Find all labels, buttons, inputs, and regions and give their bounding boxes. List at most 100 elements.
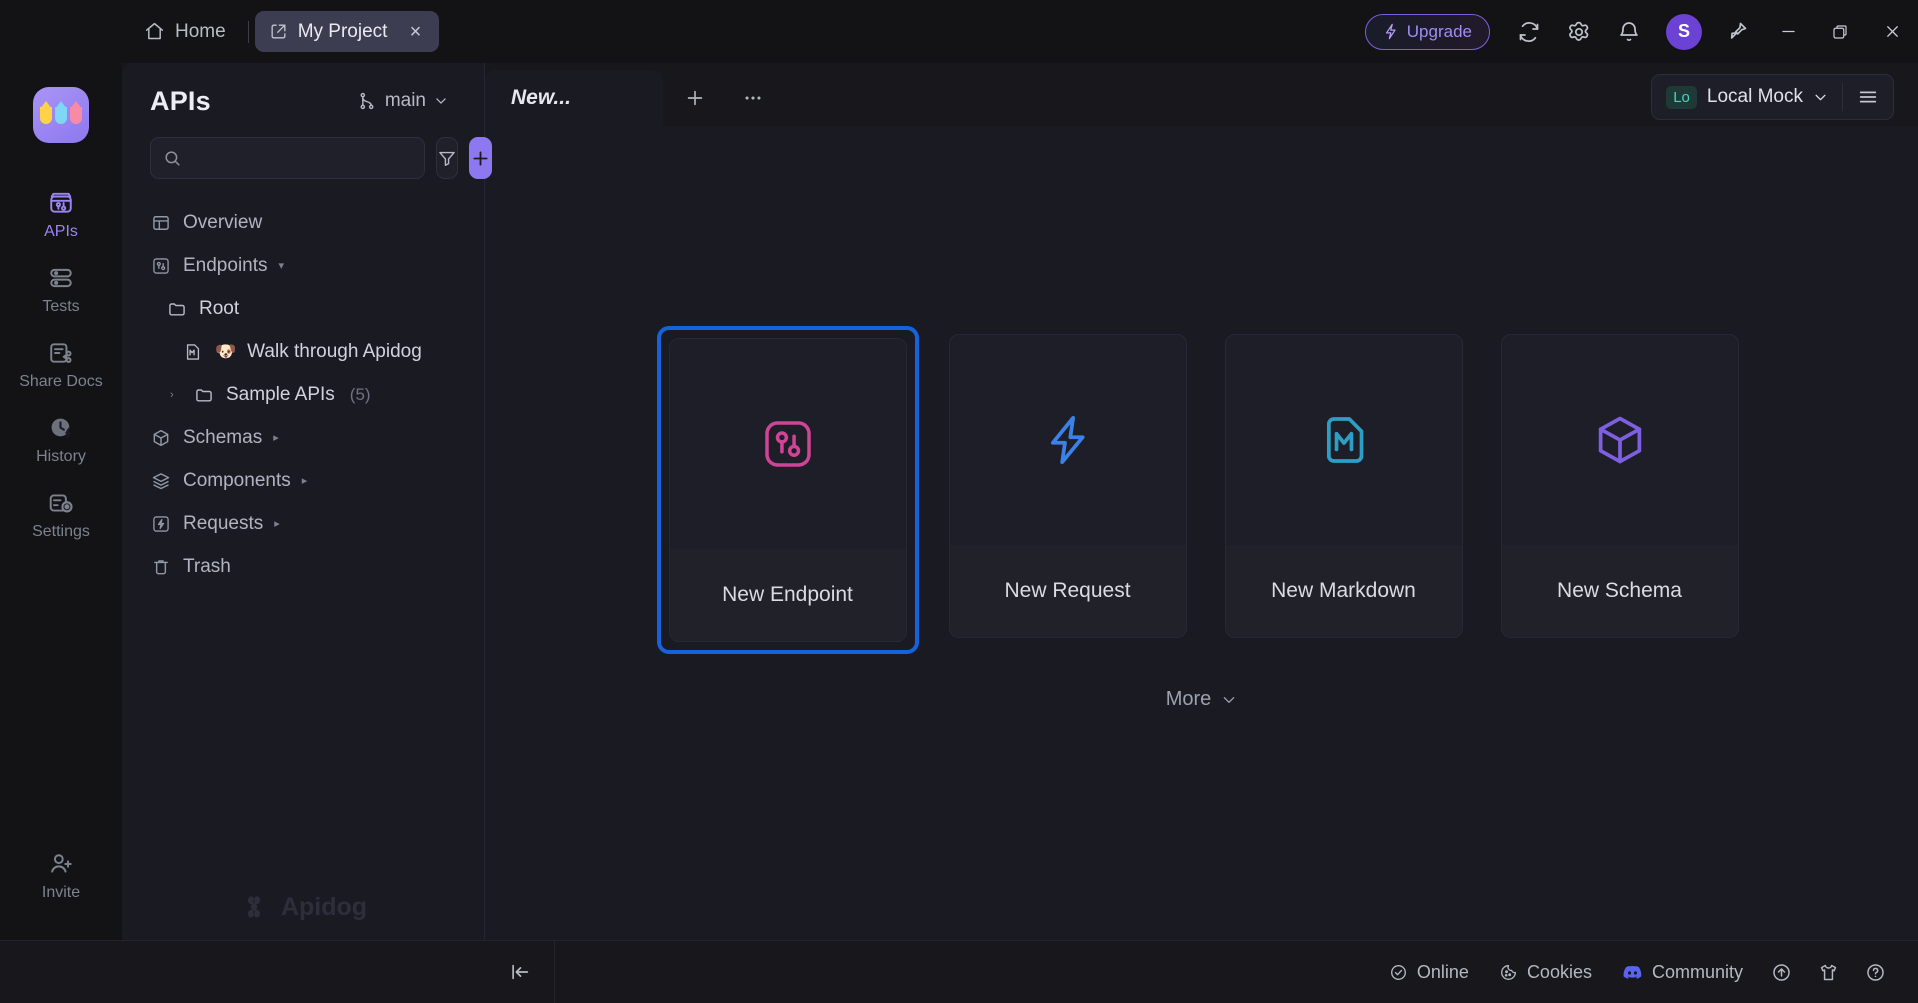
upload-button[interactable] [1761, 954, 1802, 991]
content-tab-bar: New... Lo Local Mock [485, 63, 1918, 126]
status-cookies[interactable]: Cookies [1487, 955, 1604, 990]
environment-selector[interactable]: Lo Local Mock [1652, 75, 1842, 119]
plus-icon [470, 148, 491, 169]
card-new-endpoint[interactable]: New Endpoint [668, 338, 907, 642]
tab-my-project[interactable]: My Project × [254, 11, 440, 52]
rail-item-apis-label: APIs [44, 223, 78, 240]
new-tab-button[interactable] [673, 76, 717, 120]
collapse-sidebar-button[interactable] [485, 941, 555, 1003]
status-community[interactable]: Community [1610, 955, 1755, 990]
close-tab-button[interactable]: × [405, 22, 425, 42]
tree-item-root[interactable]: Root [122, 287, 484, 330]
shirt-icon [1818, 962, 1839, 983]
tree-item-components[interactable]: Components ▸ [122, 459, 484, 502]
help-circle-icon [1865, 962, 1886, 983]
ellipsis-icon [742, 87, 764, 109]
requests-icon [150, 514, 172, 534]
overview-icon [150, 213, 172, 233]
gear-icon[interactable] [1558, 11, 1600, 53]
merch-button[interactable] [1808, 954, 1849, 991]
chevron-right-icon[interactable]: › [170, 389, 182, 401]
more-label: More [1165, 688, 1212, 710]
avatar[interactable]: S [1666, 13, 1702, 50]
help-button[interactable] [1855, 954, 1896, 991]
tab-home[interactable]: Home [128, 11, 242, 52]
chevron-right-icon[interactable]: ▸ [273, 431, 285, 444]
tab-new-label: New... [511, 86, 571, 109]
close-icon[interactable] [1866, 0, 1918, 63]
window-tab-strip: Home My Project × [128, 0, 440, 63]
titlebar-actions: Upgrade S [1364, 0, 1918, 63]
card-new-markdown-label: New Markdown [1225, 545, 1462, 637]
tree-item-sample-apis[interactable]: › Sample APIs (5) [122, 373, 484, 416]
bell-icon[interactable] [1608, 11, 1650, 53]
card-new-schema-label: New Schema [1501, 545, 1738, 637]
cookie-icon [1499, 963, 1518, 982]
apis-icon [48, 190, 74, 216]
card-new-markdown-wrapper: New Markdown [1217, 326, 1471, 654]
rail-item-history[interactable]: History [0, 402, 122, 477]
chevron-right-icon[interactable]: ▸ [274, 517, 286, 530]
settings-icon [48, 490, 74, 516]
chevron-down-icon[interactable]: ▾ [279, 259, 291, 272]
new-item-cards: New Endpoint New Request New Markdown Ne… [656, 326, 1747, 654]
main-area: New... Lo Local Mock New Endpoint New Re… [485, 63, 1918, 940]
add-button[interactable] [469, 137, 492, 179]
chevron-right-icon[interactable]: ▸ [302, 474, 314, 487]
cube-icon [1502, 335, 1738, 545]
upgrade-label: Upgrade [1406, 21, 1472, 41]
home-icon [144, 21, 165, 42]
external-link-icon [269, 22, 288, 41]
tree-item-overview[interactable]: Overview [122, 201, 484, 244]
trash-icon [150, 557, 172, 577]
tree-item-walk-through-apidog[interactable]: 🐶 Walk through Apidog [122, 330, 484, 373]
search-box[interactable] [150, 137, 425, 179]
branch-selector[interactable]: main [349, 85, 456, 117]
rail-item-share-docs[interactable]: Share Docs [0, 327, 122, 402]
card-new-markdown[interactable]: New Markdown [1224, 334, 1463, 638]
tab-overflow-button[interactable] [731, 76, 775, 120]
tree-item-trash[interactable]: Trash [122, 545, 484, 588]
card-new-schema[interactable]: New Schema [1500, 334, 1739, 638]
minimize-icon[interactable] [1762, 0, 1814, 63]
upgrade-button[interactable]: Upgrade [1364, 13, 1490, 50]
apis-sidebar: APIs main Overview Endpoints ▾ Root 🐶 Wa… [122, 63, 492, 940]
chevron-down-icon [1221, 692, 1237, 708]
rail-item-tests[interactable]: Tests [0, 252, 122, 327]
pin-icon[interactable] [1716, 11, 1758, 53]
card-new-request[interactable]: New Request [948, 334, 1187, 638]
collapse-panel-icon [509, 961, 531, 983]
status-bar-sidebar-zone [122, 941, 485, 1003]
tests-icon [48, 265, 74, 291]
more-button[interactable]: More [1152, 682, 1252, 717]
card-new-request-wrapper: New Request [941, 326, 1195, 654]
components-icon [150, 471, 172, 491]
environment-name: Local Mock [1706, 86, 1803, 107]
search-input[interactable] [191, 148, 412, 168]
history-icon [48, 415, 74, 441]
tree-item-endpoints[interactable]: Endpoints ▾ [122, 244, 484, 287]
status-online-label: Online [1416, 961, 1469, 982]
tree-item-trash-label: Trash [183, 555, 231, 577]
rail-item-tests-label: Tests [42, 298, 80, 315]
maximize-icon[interactable] [1814, 0, 1866, 63]
schema-icon [150, 428, 172, 448]
sidebar-search-row [122, 123, 492, 189]
filter-button[interactable] [436, 137, 458, 179]
folder-icon [193, 385, 215, 405]
tree-item-schemas[interactable]: Schemas ▸ [122, 416, 484, 459]
tree-item-overview-label: Overview [183, 211, 263, 233]
rail-item-settings-label: Settings [32, 523, 90, 540]
status-online[interactable]: Online [1377, 955, 1481, 990]
sync-icon[interactable] [1508, 11, 1550, 53]
tab-new[interactable]: New... [485, 70, 663, 126]
tree-item-requests[interactable]: Requests ▸ [122, 502, 484, 545]
markdown-icon [1226, 335, 1462, 545]
app-body: APIs Tests Share Docs History Settings I… [0, 63, 1918, 940]
environment-menu-button[interactable] [1843, 75, 1893, 119]
rail-item-apis[interactable]: APIs [0, 177, 122, 252]
plus-icon [684, 87, 706, 109]
rail-item-invite[interactable]: Invite [0, 838, 122, 940]
status-cookies-label: Cookies [1526, 961, 1592, 982]
rail-item-settings[interactable]: Settings [0, 477, 122, 552]
